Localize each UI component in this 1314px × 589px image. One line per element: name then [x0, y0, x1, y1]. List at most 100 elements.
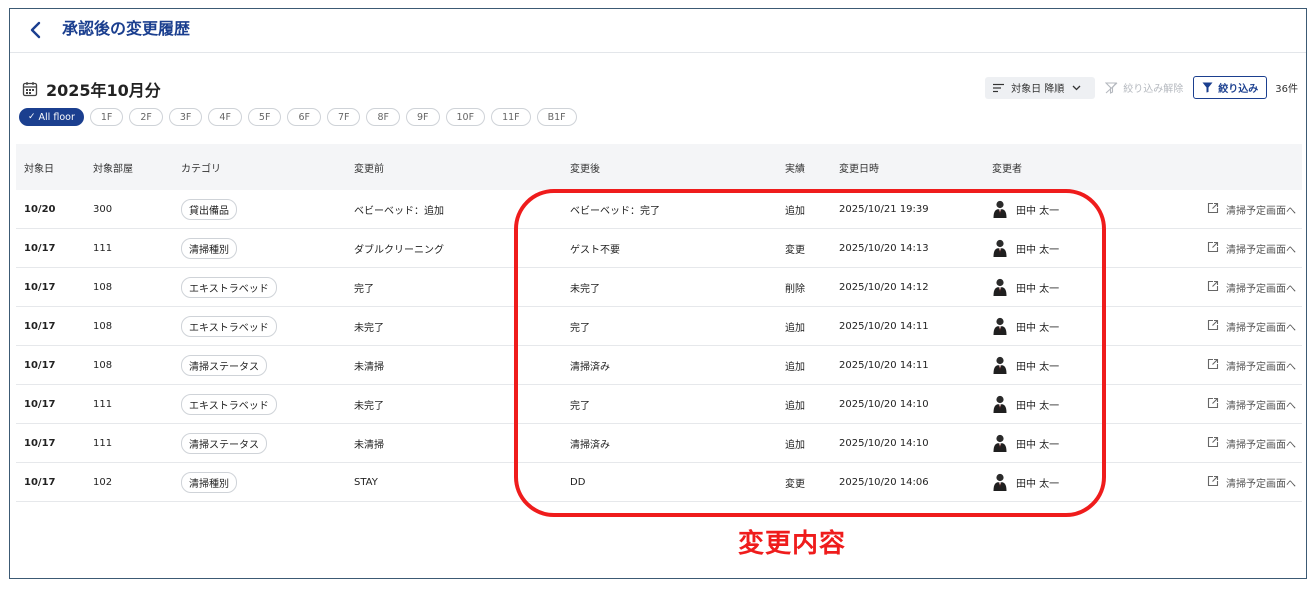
filter-label: 絞り込み: [1218, 84, 1259, 95]
row-changed-by: 田中 太一: [992, 268, 1059, 306]
floor-chip-1f[interactable]: 1F: [89, 108, 124, 126]
result-count: 36件: [1275, 84, 1298, 95]
cleaning-schedule-link[interactable]: 清掃予定画面へ: [1207, 190, 1296, 228]
row-changed-by: 田中 太一: [992, 346, 1059, 384]
row-changed-at: 2025/10/20 14:12: [839, 281, 929, 293]
row-changed-at: 2025/10/20 14:10: [839, 437, 929, 449]
row-result: 削除: [785, 283, 805, 295]
floor-chip-9f[interactable]: 9F: [405, 108, 440, 126]
row-after: 完了: [570, 400, 590, 412]
category-tag: 清掃ステータス: [181, 432, 267, 454]
external-link-icon: [1207, 241, 1219, 256]
row-result: 追加: [785, 361, 805, 373]
category-tag: エキストラベッド: [181, 276, 277, 298]
row-date: 10/20: [24, 203, 56, 215]
row-category: 貸出備品: [181, 190, 237, 228]
row-category: エキストラベッド: [181, 268, 277, 306]
row-room: 102: [93, 476, 113, 488]
row-date: 10/17: [24, 476, 56, 488]
row-date: 10/17: [24, 398, 56, 410]
row-date: 10/17: [24, 320, 56, 332]
user-name: 田中 太一: [1016, 361, 1060, 373]
floor-chip-4f[interactable]: 4F: [208, 108, 242, 126]
floor-chip-7f[interactable]: 7F: [326, 108, 361, 126]
row-category: 清掃種別: [181, 463, 237, 501]
row-date: 10/17: [24, 437, 56, 449]
external-link-icon: [1207, 319, 1219, 334]
page-title: 承認後の変更履歴: [62, 19, 191, 38]
avatar: [992, 395, 1008, 413]
row-changed-by: 田中 太一: [992, 385, 1059, 423]
row-result: 追加: [785, 205, 805, 217]
top-bar: 承認後の変更履歴: [10, 9, 1306, 53]
filter-button[interactable]: 絞り込み: [1193, 76, 1268, 99]
row-result: 追加: [785, 439, 805, 451]
avatar: [992, 317, 1008, 335]
table-row: 10/17 108 清掃ステータス 未清掃 清掃済み 追加 2025/10/20 14:11…: [16, 346, 1302, 385]
floor-chip-5f[interactable]: 5F: [247, 108, 282, 126]
table-header: 対象日 対象部屋 カテゴリ 変更前 変更後 実績 変更日時 変更者: [16, 144, 1302, 190]
user-name: 田中 太一: [1016, 322, 1060, 334]
floor-chip-3f[interactable]: 3F: [168, 108, 203, 126]
row-after: DD: [570, 476, 586, 488]
row-result: 追加: [785, 400, 805, 412]
cleaning-schedule-link[interactable]: 清掃予定画面へ: [1207, 268, 1296, 306]
table-row: 10/17 108 エキストラベッド 完了 未完了 削除 2025/10/20 14:12 田…: [16, 268, 1302, 307]
row-changed-by: 田中 太一: [992, 190, 1059, 228]
check-icon: ✓: [28, 112, 36, 122]
header-changed-at: 変更日時: [839, 163, 879, 175]
row-category: 清掃ステータス: [181, 346, 267, 384]
category-tag: 清掃種別: [181, 237, 237, 259]
avatar: [992, 434, 1008, 452]
row-changed-by: 田中 太一: [992, 307, 1059, 345]
row-before: ダブルクリーニング: [354, 244, 444, 256]
floor-chip-b1f[interactable]: B1F: [536, 108, 577, 126]
chevron-down-icon: [1072, 85, 1081, 90]
cleaning-schedule-link[interactable]: 清掃予定画面へ: [1207, 385, 1296, 423]
table-row: 10/17 108 エキストラベッド 未完了 完了 追加 2025/10/20 14:11 田…: [16, 307, 1302, 346]
floor-chip-6f[interactable]: 6F: [287, 108, 321, 126]
floor-chip-11f[interactable]: 11F: [491, 108, 531, 126]
link-label: 清掃予定画面へ: [1226, 439, 1296, 451]
floor-chip-all[interactable]: ✓ All floor: [19, 108, 84, 126]
external-link-icon: [1207, 436, 1219, 451]
category-tag: エキストラベッド: [181, 393, 277, 415]
clear-filter-button[interactable]: 絞り込み解除: [1105, 80, 1183, 95]
cleaning-schedule-link[interactable]: 清掃予定画面へ: [1207, 424, 1296, 462]
table-row: 10/17 111 清掃種別 ダブルクリーニング ゲスト不要 変更 2025/10/20 1…: [16, 229, 1302, 268]
header-date: 対象日: [24, 163, 54, 175]
row-room: 111: [93, 437, 113, 449]
header-changed-by: 変更者: [992, 163, 1022, 175]
header-after: 変更後: [570, 163, 600, 175]
category-tag: 清掃種別: [181, 471, 237, 493]
cleaning-schedule-link[interactable]: 清掃予定画面へ: [1207, 463, 1296, 501]
sort-dropdown[interactable]: 対象日 降順: [985, 76, 1096, 99]
calendar-icon: [22, 82, 38, 97]
floor-chip-10f[interactable]: 10F: [445, 108, 486, 126]
row-before: 未清掃: [354, 361, 384, 373]
user-name: 田中 太一: [1016, 400, 1060, 412]
cleaning-schedule-link[interactable]: 清掃予定画面へ: [1207, 346, 1296, 384]
row-after: 未完了: [570, 283, 600, 295]
category-tag: 清掃ステータス: [181, 354, 267, 376]
row-changed-by: 田中 太一: [992, 424, 1059, 462]
table-row: 10/17 111 エキストラベッド 未完了 完了 追加 2025/10/20 14:10 田…: [16, 385, 1302, 424]
cleaning-schedule-link[interactable]: 清掃予定画面へ: [1207, 307, 1296, 345]
row-date: 10/17: [24, 281, 56, 293]
back-button[interactable]: [24, 18, 48, 42]
list-controls: 対象日 降順 絞り込み解除 絞り込み 36件: [985, 76, 1298, 99]
header-room: 対象部屋: [93, 163, 133, 175]
category-tag: 貸出備品: [181, 198, 237, 220]
table-body: 10/20 300 貸出備品 ベビーベッド：追加 ベビーベッド：完了 追加 2025/10/…: [16, 190, 1302, 502]
link-label: 清掃予定画面へ: [1226, 400, 1296, 412]
row-changed-by: 田中 太一: [992, 229, 1059, 267]
floor-chip-8f[interactable]: 8F: [366, 108, 400, 126]
row-result: 追加: [785, 322, 805, 334]
link-label: 清掃予定画面へ: [1226, 361, 1296, 373]
floor-chip-2f[interactable]: 2F: [129, 108, 163, 126]
header-category: カテゴリ: [181, 163, 221, 175]
history-table: 対象日 対象部屋 カテゴリ 変更前 変更後 実績 変更日時 変更者 10/20 3…: [16, 144, 1302, 502]
avatar: [992, 200, 1008, 218]
external-link-icon: [1207, 475, 1219, 490]
cleaning-schedule-link[interactable]: 清掃予定画面へ: [1207, 229, 1296, 267]
